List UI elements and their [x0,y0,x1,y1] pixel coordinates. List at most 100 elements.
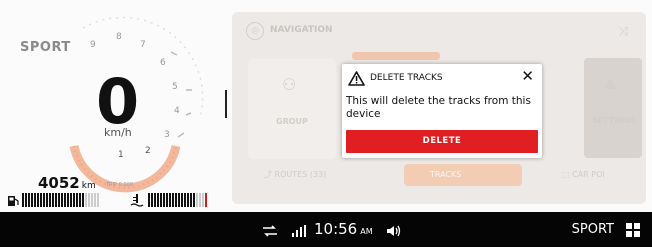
instrument-cluster: 9 8 7 6 5 4 3 2 1 SPORT 0 km/h 4052 km TR… [0,0,226,212]
gauge-segment [193,193,195,207]
connectivity-icon[interactable] [262,212,278,247]
gauge-segment [175,193,177,207]
settings-tile[interactable]: ⛰ SETTINGS [584,58,642,158]
tach-label-5: 5 [172,82,178,92]
poi-icon: ⬚ [562,170,573,179]
tab-routes-label: ROUTES (33) [274,170,327,179]
status-bar: 10:56 AM SPORT [0,212,652,247]
cluster-divider [225,90,227,118]
gauge-segment [31,193,33,207]
gauge-segment [187,193,189,207]
group-icon: ⚇ [282,75,297,94]
navigation-icon: ◎ [246,22,264,40]
gauge-segment [181,193,183,207]
ride-mode-label: SPORT [20,40,71,55]
route-icon: ⤴ [264,170,275,179]
tach-label-6: 6 [160,58,166,68]
status-ride-mode: SPORT [571,222,614,237]
gauge-segment [151,193,153,207]
gauge-segment [64,193,66,207]
volume-icon[interactable] [386,212,402,247]
gauge-segment [67,193,69,207]
tab-routes[interactable]: ⤴ ROUTES (33) [254,164,374,186]
gauge-segment [169,193,171,207]
gauge-segment [43,193,45,207]
gauge-segment [49,193,51,207]
tach-label-3: 3 [164,130,170,140]
grid-menu-icon[interactable] [626,223,640,237]
gauge-segment [88,193,90,207]
gauge-segment [163,193,165,207]
gauge-segment [178,193,180,207]
odometer: 4052 km [38,174,96,192]
gauge-segment [196,193,198,207]
gauge-segment [154,193,156,207]
gauge-segment [148,193,150,207]
gauge-segment [91,193,93,207]
tab-car-poi[interactable]: ⬚ CAR POI [552,164,652,186]
tach-label-9: 9 [90,40,96,50]
gauge-segment [79,193,81,207]
fuel-gauge-bar [22,193,104,209]
gauge-segment [34,193,36,207]
gauge-segment [205,193,207,207]
gauge-segment [52,193,54,207]
gauge-segment [202,193,204,207]
tach-label-1: 1 [118,150,124,160]
settings-tile-icon: ⛰ [604,74,618,93]
clock: 10:56 AM [314,212,373,247]
gauge-segment [70,193,72,207]
gauge-segment [28,193,30,207]
gauge-segment [55,193,57,207]
group-tile-label: GROUP [276,117,308,126]
fuel-icon [7,194,19,210]
gauge-segment [46,193,48,207]
gauge-segment [157,193,159,207]
tach-label-2: 2 [145,146,151,156]
tach-label-4: 4 [174,106,180,116]
gauge-segment [73,193,75,207]
close-icon[interactable]: ✕ [521,67,534,85]
gauge-segment [40,193,42,207]
dialog-message: This will delete the tracks from this de… [346,95,531,120]
gauge-segment [190,193,192,207]
temp-gauge-bar [148,193,212,209]
coolant-temp-icon [130,193,144,210]
tab-tracks[interactable]: TRACKS [404,164,522,186]
gauge-segment [94,193,96,207]
gauge-segment [76,193,78,207]
settings-tile-label: SETTINGS [592,116,637,125]
gauge-segment [166,193,168,207]
gauge-segment [22,193,24,207]
gauge-segment [85,193,87,207]
signal-icon [292,212,306,247]
gauge-segment [199,193,201,207]
gauge-segment [97,193,99,207]
delete-tracks-dialog: DELETE TRACKS ✕ This will delete the tra… [342,64,542,158]
gauge-segment [172,193,174,207]
gauge-segment [184,193,186,207]
clock-time: 10:56 [314,220,358,238]
odometer-unit: km [81,181,96,191]
share-icon[interactable]: ⤨ [618,24,628,39]
panel-title: NAVIGATION [270,25,333,35]
tab-tracks-label: TRACKS [430,170,462,179]
group-tile[interactable]: ⚇ GROUP [248,59,336,159]
dashboard-screen: 9 8 7 6 5 4 3 2 1 SPORT 0 km/h 4052 km TR… [0,0,652,247]
tab-car-poi-label: CAR POI [572,170,605,179]
gauge-segment [37,193,39,207]
gauge-segment [82,193,84,207]
tach-label-8: 8 [116,32,122,42]
trip-readout: TRIP 0.000 [106,182,133,188]
speed-readout: 0 [96,71,144,133]
gauge-segment [61,193,63,207]
warning-icon [348,71,365,90]
gauge-segment [58,193,60,207]
clock-ampm: AM [360,227,373,236]
gauge-segment [160,193,162,207]
odometer-value: 4052 [38,174,80,192]
dialog-title: DELETE TRACKS [370,73,443,83]
gauge-segment [25,193,27,207]
speed-unit: km/h [104,126,132,139]
delete-button[interactable]: DELETE [346,130,538,153]
